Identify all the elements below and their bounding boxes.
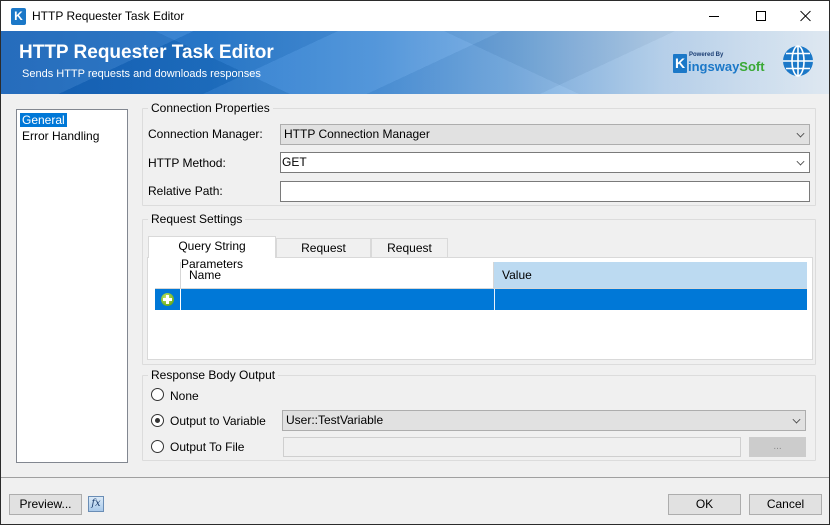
footer-divider: [1, 477, 829, 478]
page-nav-list[interactable]: General Error Handling: [16, 109, 128, 463]
brand-powered-by: Powered By: [689, 52, 724, 58]
connection-manager-value: HTTP Connection Manager: [284, 127, 430, 141]
response-body-output-title: Response Body Output: [148, 368, 279, 382]
radio-output-to-file-label[interactable]: Output To File: [170, 440, 244, 454]
add-row-icon: [161, 293, 174, 306]
http-method-label: HTTP Method:: [148, 156, 226, 170]
connection-manager-label: Connection Manager:: [148, 127, 263, 141]
output-file-path-input[interactable]: [283, 437, 741, 457]
http-method-value: GET: [282, 155, 307, 169]
brand-k-icon: K: [673, 54, 687, 73]
http-method-select[interactable]: GET: [280, 152, 810, 173]
radio-output-to-file[interactable]: [151, 440, 164, 453]
task-editor-window: K HTTP Requester Task Editor HTTP Reques…: [0, 0, 830, 525]
brand-name-part1: ingsway: [688, 59, 740, 74]
kingswaysoft-app-icon: K: [11, 8, 26, 25]
chevron-down-icon: [792, 415, 801, 424]
maximize-button[interactable]: [738, 1, 784, 31]
nav-item-error-handling[interactable]: Error Handling: [20, 129, 101, 143]
close-button[interactable]: [783, 1, 829, 31]
preview-button[interactable]: Preview...: [9, 494, 82, 515]
column-header-value[interactable]: Value: [494, 262, 807, 289]
connection-manager-select[interactable]: HTTP Connection Manager: [280, 124, 810, 145]
query-string-panel: Name Value: [147, 257, 813, 360]
request-settings-title: Request Settings: [148, 212, 246, 226]
cancel-button[interactable]: Cancel: [749, 494, 822, 515]
tab-request-body[interactable]: Request Body: [371, 238, 448, 273]
relative-path-input[interactable]: [280, 181, 810, 202]
tab-request-headers[interactable]: Request Headers: [276, 238, 371, 273]
banner-title: HTTP Requester Task Editor: [19, 42, 274, 63]
brand-name: ingswaySoft: [688, 59, 765, 74]
radio-none[interactable]: [151, 388, 164, 401]
parameters-grid[interactable]: Name Value: [155, 262, 807, 312]
header-banner: HTTP Requester Task Editor Sends HTTP re…: [1, 31, 829, 94]
relative-path-label: Relative Path:: [148, 184, 223, 198]
chevron-down-icon: [796, 157, 805, 166]
banner-subtitle: Sends HTTP requests and downloads respon…: [22, 68, 261, 80]
nav-item-general[interactable]: General: [20, 113, 67, 127]
browse-file-button[interactable]: ...: [749, 437, 806, 457]
row-header[interactable]: [155, 289, 181, 310]
chevron-down-icon: [796, 129, 805, 138]
title-bar: K HTTP Requester Task Editor: [1, 1, 829, 31]
output-variable-value: User::TestVariable: [286, 413, 384, 427]
globe-icon: [783, 45, 813, 77]
brand-name-part2: Soft: [739, 59, 765, 74]
maximize-icon: [756, 11, 766, 21]
connection-properties-title: Connection Properties: [148, 101, 273, 115]
kingswaysoft-logo: K Powered By ingswaySoft: [673, 52, 765, 76]
minimize-icon: [709, 15, 719, 17]
ok-button[interactable]: OK: [668, 494, 741, 515]
output-variable-select[interactable]: User::TestVariable: [282, 410, 806, 431]
radio-output-to-variable[interactable]: [151, 414, 164, 427]
radio-none-label[interactable]: None: [170, 389, 199, 403]
window-title: HTTP Requester Task Editor: [32, 9, 185, 23]
expression-fx-icon[interactable]: fx: [88, 496, 104, 512]
cell-divider: [494, 289, 495, 310]
close-icon: [800, 10, 812, 22]
grid-corner-header: [155, 262, 181, 289]
radio-output-to-variable-label[interactable]: Output to Variable: [170, 414, 266, 428]
minimize-button[interactable]: [691, 1, 737, 31]
tab-query-string-parameters[interactable]: Query String Parameters: [148, 236, 276, 271]
table-row-new[interactable]: [155, 289, 807, 310]
